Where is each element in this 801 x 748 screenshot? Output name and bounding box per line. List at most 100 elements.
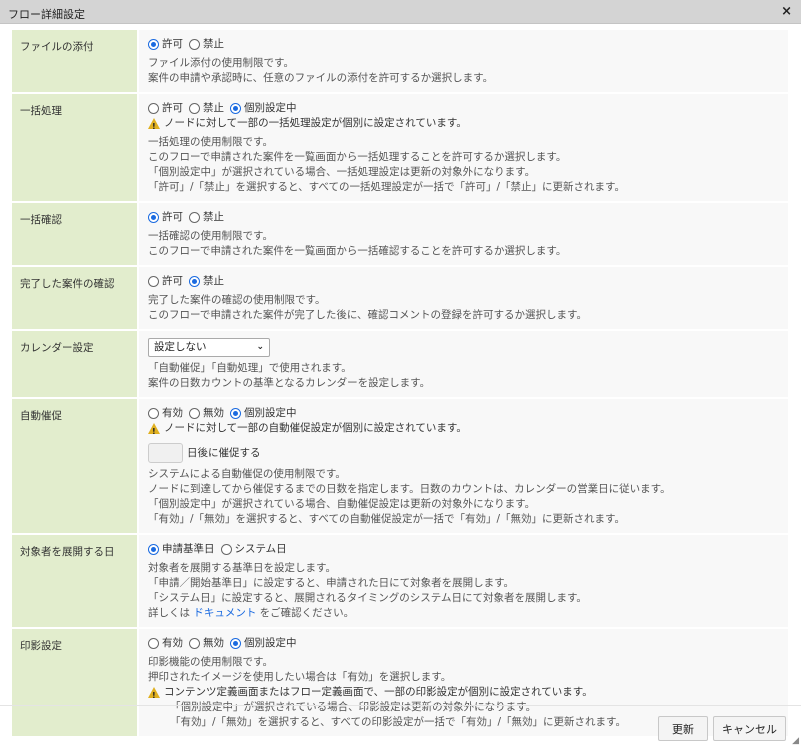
setting-description: 一括処理の使用制限です。 このフローで申請された案件を一覧画面から一括処理すること… — [148, 135, 779, 195]
radio-button[interactable] — [148, 408, 159, 419]
radio-group: 申請基準日 システム日 — [148, 542, 779, 557]
radio-group: 有効 無効 個別設定中 — [148, 406, 779, 421]
radio-label: 禁止 — [203, 211, 224, 223]
settings-table: ファイルの添付 許可 禁止 ファイル添付の使用制限です。 案件の申請や承認時に、任意のフ… — [12, 30, 788, 738]
setting-label: 完了した案件の確認 — [12, 267, 137, 329]
description-line: 押印されたイメージを使用したい場合は「有効」を選択します。 — [148, 671, 452, 683]
dialog-footer: 更新 キャンセル ◢ — [0, 705, 801, 748]
description-line: ノードに到達してから催促するまでの日数を指定します。日数のカウントは、カレンダー… — [148, 483, 671, 495]
radio-option[interactable]: 無効 — [189, 636, 224, 651]
radio-button[interactable] — [189, 408, 200, 419]
setting-label: カレンダー設定 — [12, 331, 137, 397]
setting-label: 一括処理 — [12, 94, 137, 201]
setting-description: 一括確認の使用制限です。 このフローで申請された案件を一覧画面から一括確認すること… — [148, 229, 779, 259]
description-line: 案件の申請や承認時に、任意のファイルの添付を許可するか選択します。 — [148, 72, 494, 84]
description-line: 「個別設定中」が選択されている場合、自動催促設定は更新の対象外になります。 — [148, 498, 536, 510]
radio-label: 無効 — [203, 637, 224, 649]
radio-button[interactable] — [230, 408, 241, 419]
radio-option[interactable]: 許可 — [148, 274, 183, 289]
radio-button[interactable] — [148, 276, 159, 287]
warning-icon — [148, 118, 160, 134]
setting-label: ファイルの添付 — [12, 30, 137, 92]
calendar-select[interactable]: 設定しない ⌄ — [148, 338, 270, 357]
radio-option[interactable]: 許可 — [148, 37, 183, 52]
dialog-titlebar: フロー詳細設定 × — [0, 0, 801, 24]
setting-row: 完了した案件の確認 許可 禁止完了した案件の確認の使用制限です。 このフローで申請され… — [12, 267, 788, 331]
doc-line: 詳しくは ドキュメント をご確認ください。 — [148, 606, 779, 621]
description-line: このフローで申請された案件を一覧画面から一括確認することを許可するか選択します。 — [148, 245, 567, 257]
radio-group: 許可 禁止 — [148, 37, 779, 52]
radio-option[interactable]: 許可 — [148, 210, 183, 225]
radio-label: 禁止 — [203, 102, 224, 114]
radio-label: 無効 — [203, 407, 224, 419]
radio-button[interactable] — [230, 638, 241, 649]
setting-description: 「自動催促」「自動処理」で使用されます。 案件の日数カウントの基準となるカレンダー… — [148, 361, 779, 391]
setting-content: 許可 禁止 個別設定中ノードに対して一部の一括処理設定が個別に設定されています。一括… — [137, 94, 788, 201]
description-line: 対象者を展開する基準日を設定します。 — [148, 562, 336, 574]
radio-button[interactable] — [189, 103, 200, 114]
setting-description: ファイル添付の使用制限です。 案件の申請や承認時に、任意のファイルの添付を許可する… — [148, 56, 779, 86]
radio-group: 許可 禁止 — [148, 210, 779, 225]
setting-row: 一括処理 許可 禁止 個別設定中ノードに対して一部の一括処理設定が個別に設定されていま… — [12, 94, 788, 203]
cancel-button[interactable]: キャンセル — [713, 716, 786, 741]
radio-button[interactable] — [189, 212, 200, 223]
radio-option[interactable]: 禁止 — [189, 37, 224, 52]
warning-icon — [148, 423, 160, 439]
radio-option[interactable]: 個別設定中 — [230, 406, 297, 421]
radio-button[interactable] — [148, 103, 159, 114]
radio-option[interactable]: 禁止 — [189, 274, 224, 289]
radio-button[interactable] — [189, 276, 200, 287]
setting-content: 設定しない ⌄ 「自動催促」「自動処理」で使用されます。 案件の日数カウントの基準とな… — [137, 331, 788, 397]
radio-label: 許可 — [162, 38, 183, 50]
radio-label: 許可 — [162, 211, 183, 223]
days-input[interactable] — [148, 443, 183, 463]
radio-label: 許可 — [162, 102, 183, 114]
radio-label: 個別設定中 — [244, 407, 297, 419]
warning-message: コンテンツ定義画面またはフロー定義画面で、一部の印影設定が個別に設定されています… — [148, 685, 779, 703]
radio-option[interactable]: 禁止 — [189, 210, 224, 225]
radio-option[interactable]: 有効 — [148, 636, 183, 651]
radio-label: 申請基準日 — [162, 543, 215, 555]
setting-row: ファイルの添付 許可 禁止ファイル添付の使用制限です。 案件の申請や承認時に、任意のフ… — [12, 30, 788, 94]
warning-text: ノードに対して一部の自動催促設定が個別に設定されています。 — [164, 422, 467, 434]
radio-option[interactable]: システム日 — [220, 542, 287, 557]
radio-option[interactable]: 有効 — [148, 406, 183, 421]
radio-group: 有効 無効 個別設定中 — [148, 636, 779, 651]
radio-option[interactable]: 許可 — [148, 101, 183, 116]
chevron-down-icon: ⌄ — [256, 342, 264, 352]
radio-button[interactable] — [220, 544, 232, 555]
description-line: 「許可」/「禁止」を選択すると、すべての一括処理設定が一括で「許可」/「禁止」に… — [148, 181, 625, 193]
close-icon[interactable]: × — [781, 4, 792, 19]
radio-button[interactable] — [189, 39, 200, 50]
setting-content: 申請基準日 システム日 対象者を展開する基準日を設定します。 「申請／開始基準日」に設… — [137, 535, 788, 627]
radio-label: 個別設定中 — [244, 102, 297, 114]
radio-button[interactable] — [189, 638, 200, 649]
radio-option[interactable]: 個別設定中 — [230, 636, 297, 651]
description-line: 「自動催促」「自動処理」で使用されます。 — [148, 362, 352, 374]
setting-content: 許可 禁止ファイル添付の使用制限です。 案件の申請や承認時に、任意のファイルの添付を… — [137, 30, 788, 92]
warning-text: ノードに対して一部の一括処理設定が個別に設定されています。 — [164, 117, 467, 129]
radio-group: 許可 禁止 個別設定中 — [148, 101, 779, 116]
radio-button[interactable] — [148, 39, 159, 50]
radio-option[interactable]: 無効 — [189, 406, 224, 421]
setting-description: 完了した案件の確認の使用制限です。 このフローで申請された案件が完了した後に、確認… — [148, 293, 779, 323]
document-link[interactable]: ドキュメント — [193, 607, 256, 619]
setting-row: 一括確認 許可 禁止 一括確認の使用制限です。 このフローで申請された案件を一覧画面から… — [12, 203, 788, 267]
radio-label: 禁止 — [203, 38, 224, 50]
radio-option[interactable]: 禁止 — [189, 101, 224, 116]
radio-button[interactable] — [148, 544, 159, 555]
setting-content: 許可 禁止一括確認の使用制限です。 このフローで申請された案件を一覧画面から一括確認… — [137, 203, 788, 265]
description-line: 完了した案件の確認の使用制限です。 — [148, 294, 326, 306]
radio-option[interactable]: 個別設定中 — [230, 101, 297, 116]
radio-button[interactable] — [148, 638, 159, 649]
radio-option[interactable]: 申請基準日 — [148, 542, 215, 557]
setting-label: 対象者を展開する日 — [12, 535, 137, 627]
radio-button[interactable] — [148, 212, 159, 223]
description-line: 「申請／開始基準日」に設定すると、申請された日にて対象者を展開します。 — [148, 577, 515, 589]
warning-text: コンテンツ定義画面またはフロー定義画面で、一部の印影設定が個別に設定されています… — [164, 686, 593, 698]
radio-group: 許可 禁止 — [148, 274, 779, 289]
resize-grip-icon[interactable]: ◢ — [792, 736, 799, 746]
update-button[interactable]: 更新 — [658, 716, 708, 741]
radio-button[interactable] — [230, 103, 241, 114]
description-line: 「個別設定中」が選択されている場合、一括処理設定は更新の対象外になります。 — [148, 166, 536, 178]
